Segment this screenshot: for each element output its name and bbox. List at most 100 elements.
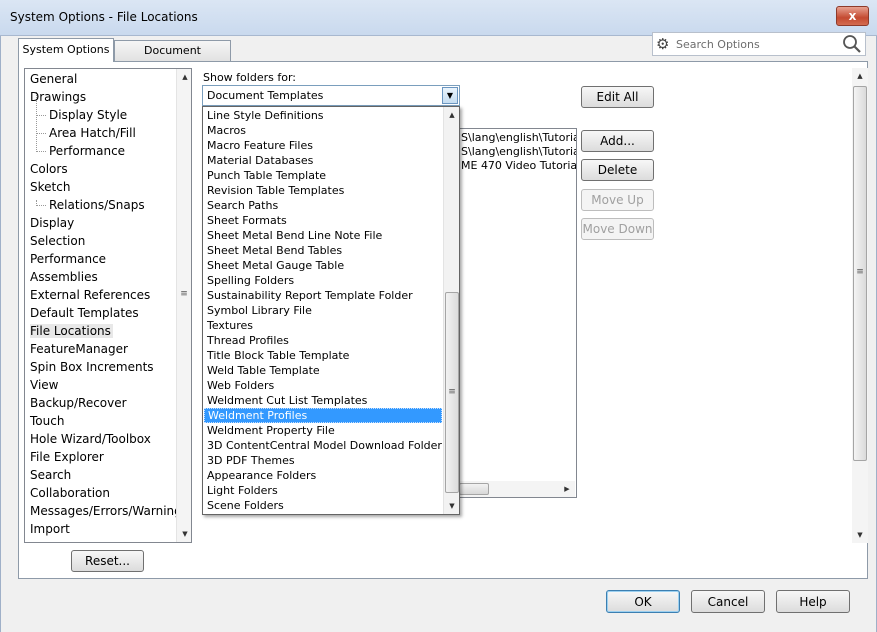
tree-item-hole-wizard-toolbox[interactable]: Hole Wizard/Toolbox [30,432,151,446]
close-icon: x [848,9,857,23]
ok-button[interactable]: OK [606,590,680,613]
dropdown-option[interactable]: Weldment Cut List Templates [204,393,442,408]
scroll-down-arrow-icon[interactable]: ▼ [177,526,191,542]
tree-item-assemblies[interactable]: Assemblies [30,270,98,284]
show-folders-value: Document Templates [207,89,324,102]
close-button[interactable]: x [836,6,869,26]
tree-item-default-templates[interactable]: Default Templates [30,306,139,320]
tree-item-collaboration[interactable]: Collaboration [30,486,110,500]
scroll-down-arrow-icon[interactable]: ▼ [852,527,868,543]
dropdown-option[interactable]: Sustainability Report Template Folder [204,288,442,303]
tree-item-drawings[interactable]: Drawings [30,90,86,104]
tree-connector [36,151,46,152]
dropdown-option[interactable]: Textures [204,318,442,333]
scroll-thumb[interactable]: ≡ [445,292,459,493]
title-bar: System Options - File Locations x [0,0,877,36]
scroll-up-arrow-icon[interactable]: ▲ [177,69,191,85]
scroll-up-arrow-icon[interactable]: ▲ [444,107,459,123]
tree-item-performance[interactable]: Performance [30,252,106,266]
tree-item-view[interactable]: View [30,378,58,392]
dropdown-option[interactable]: Light Folders [204,483,442,498]
search-input[interactable]: Search Options [676,38,760,51]
tree-item-display-style[interactable]: Display Style [49,108,127,122]
tab-system-options[interactable]: System Options [18,38,114,62]
tree-item-featuremanager[interactable]: FeatureManager [30,342,128,356]
dropdown-option[interactable]: Weld Table Template [204,363,442,378]
magnifier-icon[interactable] [841,34,863,54]
dropdown-option[interactable]: Sheet Formats [204,213,442,228]
tree-item-drawings-performance[interactable]: Performance [49,144,125,158]
tree-item-selection[interactable]: Selection [30,234,85,248]
scroll-grip-icon: ≡ [856,267,864,277]
show-folders-combo[interactable]: Document Templates ▼ [202,85,460,106]
reset-button[interactable]: Reset... [71,550,144,572]
tree-item-spin-box-increments[interactable]: Spin Box Increments [30,360,154,374]
tree-item-file-explorer[interactable]: File Explorer [30,450,104,464]
options-tree: General Drawings Display Style Area Hatc… [24,68,192,543]
dropdown-option[interactable]: 3D PDF Themes [204,453,442,468]
dropdown-option[interactable]: Sheet Metal Bend Tables [204,243,442,258]
tree-item-colors[interactable]: Colors [30,162,68,176]
tree-item-sketch[interactable]: Sketch [30,180,70,194]
path-list-hscrollbar[interactable]: ▶ [459,481,575,497]
dropdown-option[interactable]: Sheet Metal Bend Line Note File [204,228,442,243]
tree-item-relations-snaps[interactable]: Relations/Snaps [49,198,145,212]
tree-item-file-locations[interactable]: File Locations [30,324,113,338]
tree-item-external-references[interactable]: External References [30,288,150,302]
show-folders-dropdown-list[interactable]: Line Style Definitions Macros Macro Feat… [202,106,460,515]
tree-item-general[interactable]: General [30,72,77,86]
move-down-button[interactable]: Move Down [581,218,654,240]
folder-path-list[interactable]: S\lang\english\Tutorial S\lang\english\T… [457,128,577,498]
dropdown-option[interactable]: Revision Table Templates [204,183,442,198]
add-button[interactable]: Add... [581,130,654,152]
tree-connector [36,205,46,206]
dropdown-option[interactable]: Scene Folders [204,498,442,513]
dropdown-option[interactable]: Punch Table Template [204,168,442,183]
dropdown-option[interactable]: Spelling Folders [204,273,442,288]
tree-item-import[interactable]: Import [30,522,70,536]
dropdown-option[interactable]: Material Databases [204,153,442,168]
dropdown-option[interactable]: Macros [204,123,442,138]
path-item[interactable]: ME 470 Video Tutorial\ [461,159,576,172]
tree-item-backup-recover[interactable]: Backup/Recover [30,396,127,410]
dropdown-option[interactable]: Search Paths [204,198,442,213]
dropdown-option[interactable]: Appearance Folders [204,468,442,483]
dropdown-option[interactable]: Symbol Library File [204,303,442,318]
scroll-grip-icon: ≡ [448,387,456,397]
help-button[interactable]: Help [776,590,850,613]
scroll-thumb[interactable]: ≡ [853,86,867,461]
dropdown-option[interactable]: Title Block Table Template [204,348,442,363]
scroll-right-arrow-icon[interactable]: ▶ [559,481,575,497]
tree-connector [36,133,46,134]
tree-item-search[interactable]: Search [30,468,71,482]
dropdown-scrollbar[interactable]: ▲ ≡ ▼ [443,107,459,514]
path-item[interactable]: S\lang\english\Tutorial [461,131,576,144]
tree-scrollbar[interactable]: ▲ ≡ ▼ [176,69,191,542]
tree-item-area-hatch-fill[interactable]: Area Hatch/Fill [49,126,136,140]
scroll-up-arrow-icon[interactable]: ▲ [852,68,868,84]
dropdown-option[interactable]: Line Style Definitions [204,108,442,123]
search-options-box[interactable]: ⚙ Search Options [652,32,866,56]
dropdown-option[interactable]: Web Folders [204,378,442,393]
dropdown-option-highlighted[interactable]: Weldment Profiles [204,408,442,423]
scroll-thumb[interactable] [459,483,489,495]
dropdown-option[interactable]: Weldment Property File [204,423,442,438]
dropdown-option[interactable]: 3D ContentCentral Model Download Folder [204,438,442,453]
scroll-down-arrow-icon[interactable]: ▼ [444,498,459,514]
path-item[interactable]: S\lang\english\Tutorial [461,145,576,158]
chevron-down-icon[interactable]: ▼ [442,87,458,104]
tree-item-messages-errors-warnings[interactable]: Messages/Errors/Warnings [30,504,188,518]
dropdown-option[interactable]: Thread Profiles [204,333,442,348]
tree-item-touch[interactable]: Touch [30,414,64,428]
window-title: System Options - File Locations [10,10,198,24]
dropdown-option[interactable]: Sheet Metal Gauge Table [204,258,442,273]
dropdown-option[interactable]: Macro Feature Files [204,138,442,153]
cancel-button[interactable]: Cancel [691,590,765,613]
panel-scrollbar[interactable]: ▲ ≡ ▼ [852,68,868,543]
tree-item-display[interactable]: Display [30,216,74,230]
edit-all-button[interactable]: Edit All [581,86,654,108]
tab-document-properties[interactable]: Document Properties [114,40,231,77]
delete-button[interactable]: Delete [581,159,654,181]
tree-connector [36,115,46,116]
move-up-button[interactable]: Move Up [581,189,654,211]
